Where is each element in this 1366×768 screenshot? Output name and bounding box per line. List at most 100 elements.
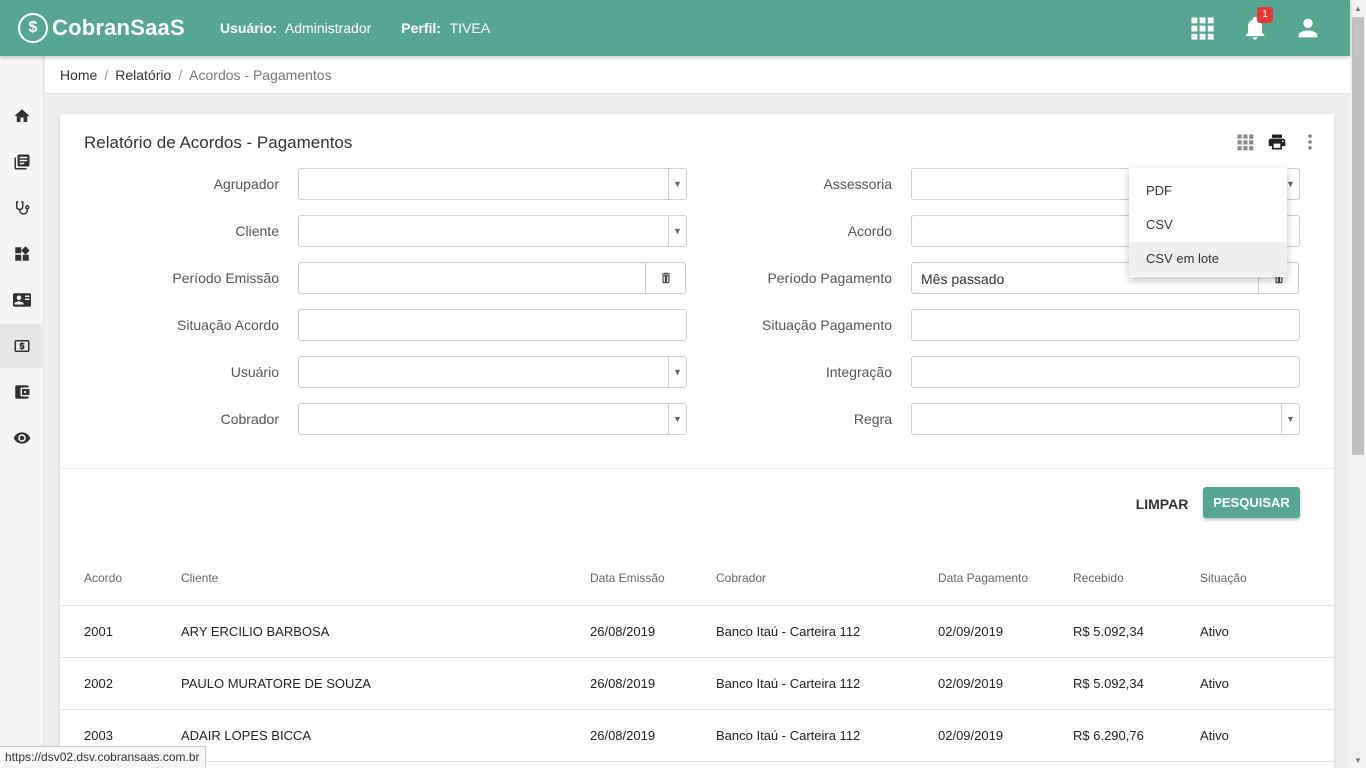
column-header-cliente[interactable]: Cliente (181, 571, 218, 585)
cobrador-label: Cobrador (220, 411, 279, 427)
column-header-data-pagamento[interactable]: Data Pagamento (938, 571, 1028, 585)
cell-data-pagamento: 02/09/2019 (938, 676, 1004, 691)
cliente-select[interactable]: ▼ (298, 215, 687, 247)
integracao-input[interactable] (911, 356, 1300, 388)
eye-icon (13, 432, 31, 444)
cell-cobrador: Banco Itaú - Carteira 112 (716, 624, 861, 639)
cobrador-select[interactable]: ▼ (298, 403, 687, 435)
column-grid-icon[interactable] (1235, 132, 1255, 157)
user-label: Usuário: (220, 20, 277, 36)
cell-cliente: ARY ERCILIO BARBOSA (181, 624, 330, 639)
column-header-recebido[interactable]: Recebido (1073, 571, 1124, 585)
breadcrumb-home[interactable]: Home (60, 67, 97, 83)
logo[interactable]: $ CobranSaaS (18, 10, 185, 46)
menu-item-csv[interactable]: CSV (1129, 208, 1287, 242)
sidebar-item-money[interactable] (0, 324, 44, 368)
periodo-pagamento-value: Mês passado (921, 271, 1005, 287)
status-url: https://dsv02.dsv.cobransaas.com.br (0, 746, 206, 768)
row-divider (60, 761, 1334, 762)
scroll-down-arrow-icon[interactable]: ▼ (1350, 752, 1366, 768)
row-divider (60, 709, 1334, 710)
sidebar-item-stethoscope[interactable] (0, 186, 44, 230)
breadcrumb-relatorio[interactable]: Relatório (115, 67, 171, 83)
cell-data-emissao: 26/08/2019 (590, 728, 656, 743)
situacao-acordo-label: Situação Acordo (177, 317, 279, 333)
breadcrumb-separator: / (104, 67, 109, 83)
cell-recebido: R$ 5.092,34 (1073, 624, 1144, 639)
divider (60, 468, 1334, 469)
cell-cobrador: Banco Itaú - Carteira 112 (716, 728, 861, 743)
trash-icon[interactable] (645, 263, 685, 293)
assessoria-label: Assessoria (823, 176, 892, 192)
contacts-icon (13, 293, 31, 307)
agrupador-select[interactable]: ▼ (298, 168, 687, 200)
apps-grid-icon[interactable] (1188, 14, 1216, 42)
cell-acordo: 2003 (84, 728, 113, 743)
cell-data-pagamento: 02/09/2019 (938, 728, 1004, 743)
clear-button[interactable]: LIMPAR (1132, 492, 1192, 516)
column-header-cobrador[interactable]: Cobrador (716, 571, 766, 585)
more-options-icon[interactable] (1300, 132, 1320, 157)
cliente-label: Cliente (235, 223, 279, 239)
scroll-up-arrow-icon[interactable]: ▲ (1350, 0, 1366, 16)
library-icon (14, 154, 30, 170)
integracao-label: Integração (825, 364, 892, 380)
breadcrumb-separator: / (178, 67, 183, 83)
chevron-down-icon: ▼ (668, 404, 686, 434)
wallet-icon (15, 385, 30, 399)
usuario-select[interactable]: ▼ (298, 356, 687, 388)
top-bar: $ CobranSaaS Usuário: Administrador Perf… (0, 0, 1350, 56)
home-icon (14, 109, 30, 122)
vertical-scrollbar[interactable]: ▲ ▼ (1350, 0, 1366, 768)
cell-recebido: R$ 5.092,34 (1073, 676, 1144, 691)
agrupador-label: Agrupador (213, 176, 279, 192)
regra-label: Regra (853, 411, 892, 427)
sidebar-item-dashboard[interactable] (0, 232, 44, 276)
dashboard-icon (15, 246, 30, 261)
cell-cliente: PAULO MURATORE DE SOUZA (181, 676, 371, 691)
cell-acordo: 2001 (84, 624, 113, 639)
periodo-pagamento-label: Período Pagamento (767, 270, 892, 286)
menu-item-csv-em-lote[interactable]: CSV em lote (1129, 242, 1287, 276)
column-header-situacao[interactable]: Situação (1200, 571, 1247, 585)
sidebar-item-wallet[interactable] (0, 370, 44, 414)
cell-data-emissao: 26/08/2019 (590, 676, 656, 691)
sidebar-item-home[interactable] (0, 94, 44, 138)
cell-cobrador: Banco Itaú - Carteira 112 (716, 676, 861, 691)
situacao-acordo-input[interactable] (298, 309, 687, 341)
chevron-down-icon: ▼ (668, 216, 686, 246)
scroll-thumb[interactable] (1352, 17, 1364, 455)
sidebar-item-library[interactable] (0, 140, 44, 184)
column-header-acordo[interactable]: Acordo (84, 571, 122, 585)
profile-label: Perfil: (401, 20, 441, 36)
row-divider (60, 605, 1334, 606)
cell-acordo: 2002 (84, 676, 113, 691)
column-header-data-emissao[interactable]: Data Emissão (590, 571, 665, 585)
situacao-pagamento-label: Situação Pagamento (762, 317, 892, 333)
sidebar-item-view[interactable] (0, 416, 44, 460)
stethoscope-icon (16, 201, 30, 215)
sidebar (0, 56, 44, 768)
breadcrumb-current: Acordos - Pagamentos (189, 67, 332, 83)
row-divider (60, 657, 1334, 658)
chevron-down-icon: ▼ (668, 357, 686, 387)
periodo-emissao-input[interactable] (298, 262, 686, 294)
acordo-label: Acordo (847, 223, 892, 239)
cell-situacao: Ativo (1200, 624, 1229, 639)
print-icon[interactable] (1267, 132, 1287, 157)
search-button[interactable]: PESQUISAR (1203, 487, 1300, 518)
user-account-icon[interactable] (1294, 14, 1322, 42)
cell-recebido: R$ 6.290,76 (1073, 728, 1144, 743)
notification-badge: 1 (1257, 7, 1273, 23)
situacao-pagamento-input[interactable] (911, 309, 1300, 341)
cell-data-emissao: 26/08/2019 (590, 624, 656, 639)
money-icon (14, 340, 30, 352)
cell-cliente: ADAIR LOPES BICCA (181, 728, 312, 743)
cell-data-pagamento: 02/09/2019 (938, 624, 1004, 639)
export-menu: PDF CSV CSV em lote (1129, 168, 1287, 277)
user-info: Usuário: Administrador Perfil: TIVEA (220, 20, 520, 36)
regra-select[interactable]: ▼ (911, 403, 1300, 435)
menu-item-pdf[interactable]: PDF (1129, 174, 1287, 208)
sidebar-item-contacts[interactable] (0, 278, 44, 322)
breadcrumb-bar: Home / Relatório / Acordos - Pagamentos (45, 56, 1350, 94)
